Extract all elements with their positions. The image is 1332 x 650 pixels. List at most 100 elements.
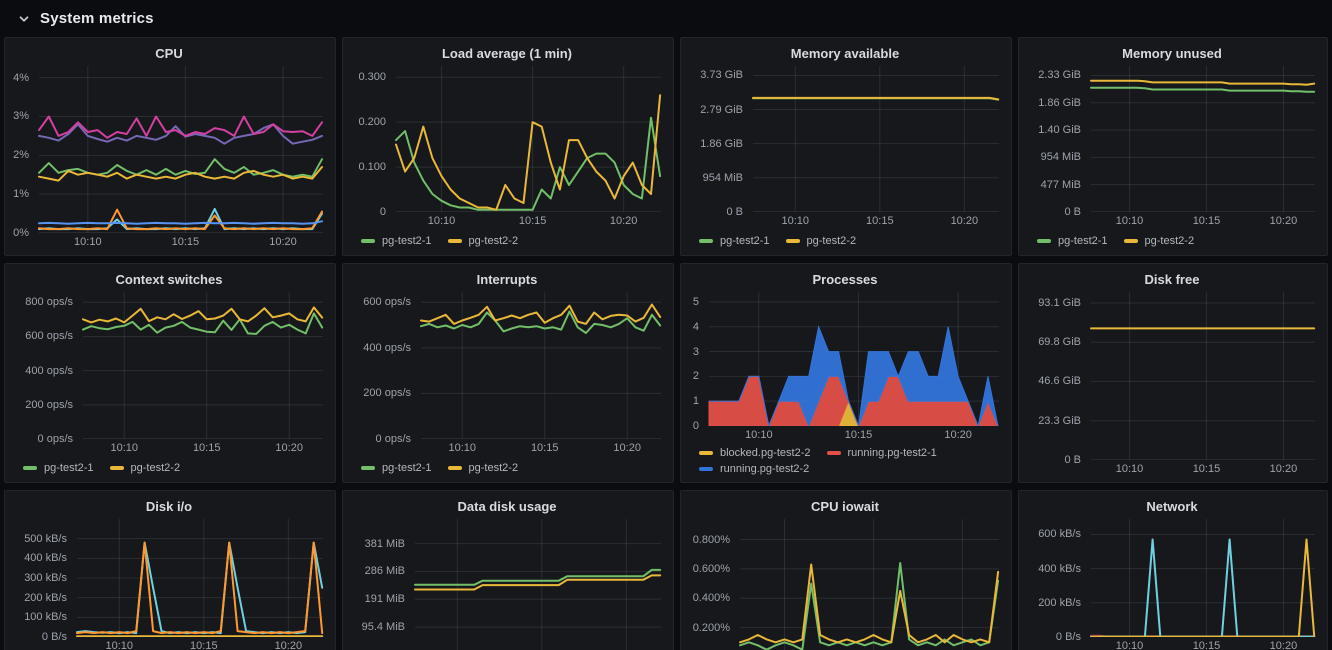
legend-swatch — [1124, 239, 1138, 243]
panel-title[interactable]: Context switches — [13, 270, 325, 290]
legend-item[interactable]: pg-test2-1 — [699, 234, 770, 248]
y-tick-label: 400 ops/s — [351, 342, 411, 354]
legend-item[interactable]: pg-test2-2 — [110, 461, 181, 475]
legend-swatch — [699, 239, 713, 243]
panel-disk-io: Disk i/o 0 B/s100 kB/s200 kB/s300 kB/s40… — [4, 490, 336, 650]
chart-memory-available[interactable]: 0 B954 MiB1.86 GiB2.79 GiB3.73 GiB — [689, 66, 1001, 212]
y-tick-label: 0.200 — [351, 116, 386, 128]
panel-title[interactable]: Load average (1 min) — [351, 44, 663, 64]
legend-item[interactable]: pg-test2-2 — [448, 234, 519, 248]
chart-disk-io[interactable]: 0 B/s100 kB/s200 kB/s300 kB/s400 kB/s500… — [13, 519, 325, 637]
legend-label: pg-test2-1 — [44, 461, 94, 475]
legend-label: pg-test2-2 — [469, 461, 519, 475]
legend-label: blocked.pg-test2-2 — [720, 446, 811, 460]
x-tick-label: 10:20 — [264, 640, 312, 650]
y-tick-label: 3 — [689, 346, 699, 358]
legend: pg-test2-1 pg-test2-2 — [1027, 228, 1317, 249]
x-tick-label: 10:20 — [1259, 215, 1307, 227]
x-axis: 10:1010:1510:20 — [689, 426, 1001, 442]
legend-item[interactable]: blocked.pg-test2-2 — [699, 446, 811, 460]
legend-item[interactable]: pg-test2-1 — [23, 461, 94, 475]
y-tick-label: 3% — [13, 110, 29, 122]
legend-item[interactable]: pg-test2-2 — [448, 461, 519, 475]
y-tick-label: 400 kB/s — [1027, 563, 1081, 575]
section-title[interactable]: System metrics — [40, 10, 154, 27]
y-tick-label: 191 MiB — [351, 593, 405, 605]
panel-title[interactable]: Memory available — [689, 44, 1001, 64]
x-tick-label: 10:20 — [603, 442, 651, 454]
section-header[interactable]: System metrics — [0, 0, 1332, 37]
dashboard-grid: CPU 0%1%2%3%4% 10:1010:1510:20 Load aver… — [0, 37, 1332, 650]
x-tick-label: 10:10 — [418, 215, 466, 227]
legend-swatch — [699, 467, 713, 471]
legend-label: pg-test2-2 — [1145, 234, 1195, 248]
legend-item[interactable]: running.pg-test2-1 — [827, 446, 937, 460]
panel-context-switches: Context switches 0 ops/s200 ops/s400 ops… — [4, 263, 336, 483]
x-axis: 10:1010:1510:20 — [13, 439, 325, 455]
chart-interrupts[interactable]: 0 ops/s200 ops/s400 ops/s600 ops/s — [351, 292, 663, 439]
legend-item[interactable]: pg-test2-2 — [1124, 234, 1195, 248]
x-tick-label: 10:15 — [521, 442, 569, 454]
panel-memory-available: Memory available 0 B954 MiB1.86 GiB2.79 … — [680, 37, 1012, 256]
y-tick-label: 46.6 GiB — [1027, 375, 1081, 387]
panel-title[interactable]: Disk i/o — [13, 497, 325, 517]
legend-item[interactable]: pg-test2-1 — [361, 461, 432, 475]
chart-memory-unused[interactable]: 0 B477 MiB954 MiB1.40 GiB1.86 GiB2.33 Gi… — [1027, 66, 1317, 212]
panel-interrupts: Interrupts 0 ops/s200 ops/s400 ops/s600 … — [342, 263, 674, 483]
legend-item[interactable]: running.pg-test2-2 — [699, 462, 809, 476]
panel-data-disk-usage: Data disk usage 0 B95.4 MiB191 MiB286 Mi… — [342, 490, 674, 650]
y-tick-label: 1.86 GiB — [1027, 97, 1081, 109]
legend: blocked.pg-test2-2 running.pg-test2-1 runn… — [689, 442, 1001, 476]
chart-data-disk-usage[interactable]: 0 B95.4 MiB191 MiB286 MiB381 MiB — [351, 519, 663, 650]
y-tick-label: 200 kB/s — [1027, 597, 1081, 609]
legend-swatch — [827, 451, 841, 455]
chart-disk-free[interactable]: 0 B23.3 GiB46.6 GiB69.8 GiB93.1 GiB — [1027, 292, 1317, 460]
chevron-down-icon[interactable] — [17, 12, 31, 26]
legend-label: pg-test2-1 — [382, 234, 432, 248]
y-tick-label: 0.100 — [351, 161, 386, 173]
chart-cpu-iowait[interactable]: 0%0.200%0.400%0.600%0.800% — [689, 519, 1001, 650]
panel-title[interactable]: Memory unused — [1027, 44, 1317, 64]
x-axis: 10:1010:1510:20 — [1027, 212, 1317, 228]
panel-title[interactable]: CPU — [13, 44, 325, 64]
panel-title[interactable]: Processes — [689, 270, 1001, 290]
legend: pg-test2-1 pg-test2-2 — [13, 455, 325, 476]
legend-label: running.pg-test2-2 — [720, 462, 809, 476]
legend-item[interactable]: pg-test2-1 — [1037, 234, 1108, 248]
legend-item[interactable]: pg-test2-1 — [361, 234, 432, 248]
x-tick-label: 10:20 — [259, 236, 307, 248]
y-tick-label: 200 ops/s — [13, 399, 73, 411]
x-tick-label: 10:20 — [934, 429, 982, 441]
chart-cpu[interactable]: 0%1%2%3%4% — [13, 66, 325, 233]
y-tick-label: 400 kB/s — [13, 552, 67, 564]
panel-title[interactable]: Interrupts — [351, 270, 663, 290]
panel-title[interactable]: Network — [1027, 497, 1317, 517]
y-tick-label: 200 kB/s — [13, 592, 67, 604]
panel-title[interactable]: CPU iowait — [689, 497, 1001, 517]
y-tick-label: 2% — [13, 149, 29, 161]
plot-cpu — [13, 66, 325, 233]
chart-context-switches[interactable]: 0 ops/s200 ops/s400 ops/s600 ops/s800 op… — [13, 292, 325, 439]
plot-load-average — [351, 66, 663, 212]
legend: pg-test2-1 pg-test2-2 — [689, 228, 1001, 249]
panel-title[interactable]: Data disk usage — [351, 497, 663, 517]
legend-swatch — [361, 466, 375, 470]
x-tick-label: 10:10 — [95, 640, 143, 650]
y-tick-label: 4% — [13, 72, 29, 84]
x-tick-label: 10:20 — [265, 442, 313, 454]
chart-processes[interactable]: 012345 — [689, 292, 1001, 426]
y-tick-label: 0.300 — [351, 71, 386, 83]
panel-title[interactable]: Disk free — [1027, 270, 1317, 290]
x-tick-label: 10:10 — [1105, 463, 1153, 475]
x-axis: 10:1010:1510:20 — [1027, 637, 1317, 650]
legend-swatch — [1037, 239, 1051, 243]
plot-processes — [689, 292, 1001, 426]
legend-item[interactable]: pg-test2-2 — [786, 234, 857, 248]
chart-network[interactable]: 0 B/s200 kB/s400 kB/s600 kB/s — [1027, 519, 1317, 637]
x-tick-label: 10:10 — [64, 236, 112, 248]
y-tick-label: 1% — [13, 188, 29, 200]
chart-load-average[interactable]: 00.1000.2000.300 — [351, 66, 663, 212]
y-tick-label: 954 MiB — [689, 172, 743, 184]
y-tick-label: 600 ops/s — [351, 296, 411, 308]
panel-disk-free: Disk free 0 B23.3 GiB46.6 GiB69.8 GiB93.… — [1018, 263, 1328, 483]
